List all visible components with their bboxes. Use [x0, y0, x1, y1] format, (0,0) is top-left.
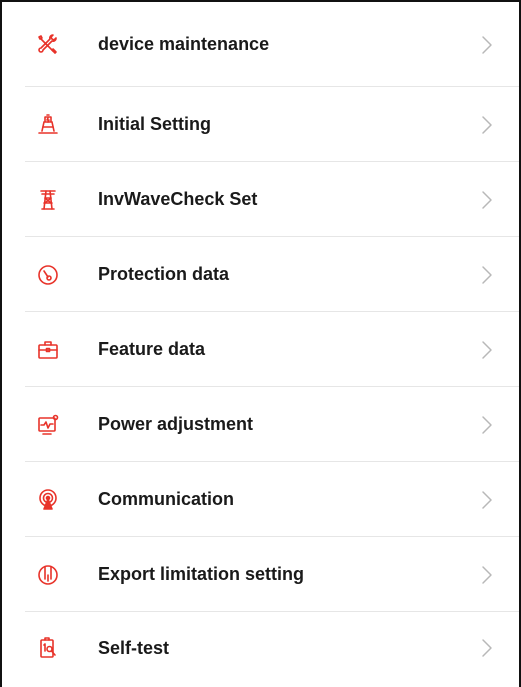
menu-item-label: Communication	[98, 489, 235, 509]
wrench-screwdriver-icon	[36, 33, 60, 57]
power-pylon-icon	[36, 188, 60, 212]
menu-item-label: Initial Setting	[98, 114, 212, 134]
menu-item-initial-setting[interactable]: Initial Setting	[2, 87, 519, 162]
toolbox-icon	[36, 338, 60, 362]
menu-item-label: Power adjustment	[98, 414, 254, 434]
meter-dial-icon	[36, 563, 60, 587]
menu-item-self-test[interactable]: Self-test	[2, 612, 519, 684]
menu-item-power-adjustment[interactable]: Power adjustment	[2, 387, 519, 462]
menu-item-label: Feature data	[98, 339, 206, 359]
chevron-right-icon	[481, 340, 493, 360]
menu-item-device-maintenance[interactable]: device maintenance	[2, 2, 519, 87]
chevron-right-icon	[481, 115, 493, 135]
chevron-right-icon	[481, 638, 493, 658]
signal-broadcast-icon	[36, 488, 60, 512]
chevron-right-icon	[481, 565, 493, 585]
chevron-right-icon	[481, 490, 493, 510]
menu-item-label: device maintenance	[98, 34, 270, 54]
chevron-right-icon	[481, 265, 493, 285]
menu-item-protection-data[interactable]: Protection data	[2, 237, 519, 312]
chevron-right-icon	[481, 35, 493, 55]
menu-item-export-limitation-setting[interactable]: Export limitation setting	[2, 537, 519, 612]
gauge-circle-icon	[36, 263, 60, 287]
menu-item-feature-data[interactable]: Feature data	[2, 312, 519, 387]
menu-item-label: Export limitation setting	[98, 564, 305, 584]
settings-menu-list: device maintenance Initial Setting InvWa…	[2, 2, 519, 684]
settings-screen: device maintenance Initial Setting InvWa…	[0, 0, 521, 687]
menu-item-label: InvWaveCheck Set	[98, 189, 258, 209]
monitor-wave-icon	[36, 413, 60, 437]
battery-search-icon	[36, 636, 60, 660]
menu-item-label: Protection data	[98, 264, 230, 284]
menu-item-communication[interactable]: Communication	[2, 462, 519, 537]
menu-item-label: Self-test	[98, 637, 170, 658]
solar-tower-icon	[36, 113, 60, 137]
chevron-right-icon	[481, 190, 493, 210]
menu-item-invwavecheck-set[interactable]: InvWaveCheck Set	[2, 162, 519, 237]
chevron-right-icon	[481, 415, 493, 435]
